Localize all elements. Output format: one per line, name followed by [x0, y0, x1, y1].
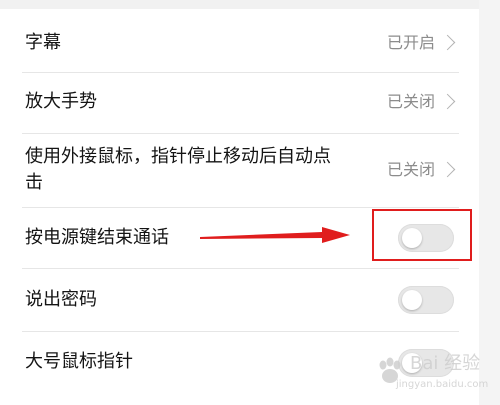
speak-passwords-toggle[interactable] — [398, 286, 454, 314]
settings-item-value: 已关闭 — [386, 160, 435, 179]
chevron-right-icon — [439, 161, 456, 178]
chevron-right-icon — [439, 93, 456, 110]
settings-panel: 字幕 已开启 放大手势 已关闭 使用外接鼠标，指针停止移动后自动点击 已关闭 按… — [0, 0, 479, 405]
settings-item-auto-click[interactable]: 使用外接鼠标，指针停止移动后自动点击 已关闭 — [0, 134, 479, 207]
watermark: Bai 经验 jingyan.baidu.com — [374, 353, 494, 399]
watermark-title: Bai 经验 — [410, 353, 481, 374]
settings-item-label: 字幕 — [25, 32, 61, 53]
settings-item-label: 放大手势 — [25, 91, 97, 112]
settings-item-label: 按电源键结束通话 — [25, 227, 169, 248]
highlight-box — [372, 209, 472, 261]
settings-item-speak-passwords: 说出密码 — [0, 269, 479, 331]
settings-item-label: 说出密码 — [25, 289, 97, 310]
toggle-knob — [402, 290, 422, 310]
settings-item-label: 大号鼠标指针 — [25, 351, 133, 372]
settings-item-subtitles[interactable]: 字幕 已开启 — [0, 12, 479, 72]
settings-item-label: 使用外接鼠标，指针停止移动后自动点击 — [25, 146, 331, 193]
settings-item-magnification-gesture[interactable]: 放大手势 已关闭 — [0, 73, 479, 133]
top-divider — [0, 0, 479, 9]
settings-item-value: 已关闭 — [386, 92, 435, 111]
chevron-right-icon — [439, 34, 456, 51]
red-arrow-icon — [200, 227, 350, 243]
settings-item-value: 已开启 — [386, 33, 435, 52]
watermark-subtitle: jingyan.baidu.com — [396, 379, 489, 390]
